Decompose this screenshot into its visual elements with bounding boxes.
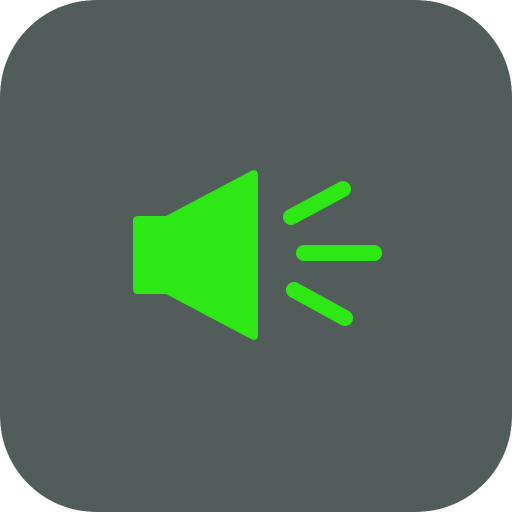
speaker-volume-icon [0, 0, 512, 512]
app-icon-tile[interactable] [0, 0, 512, 512]
